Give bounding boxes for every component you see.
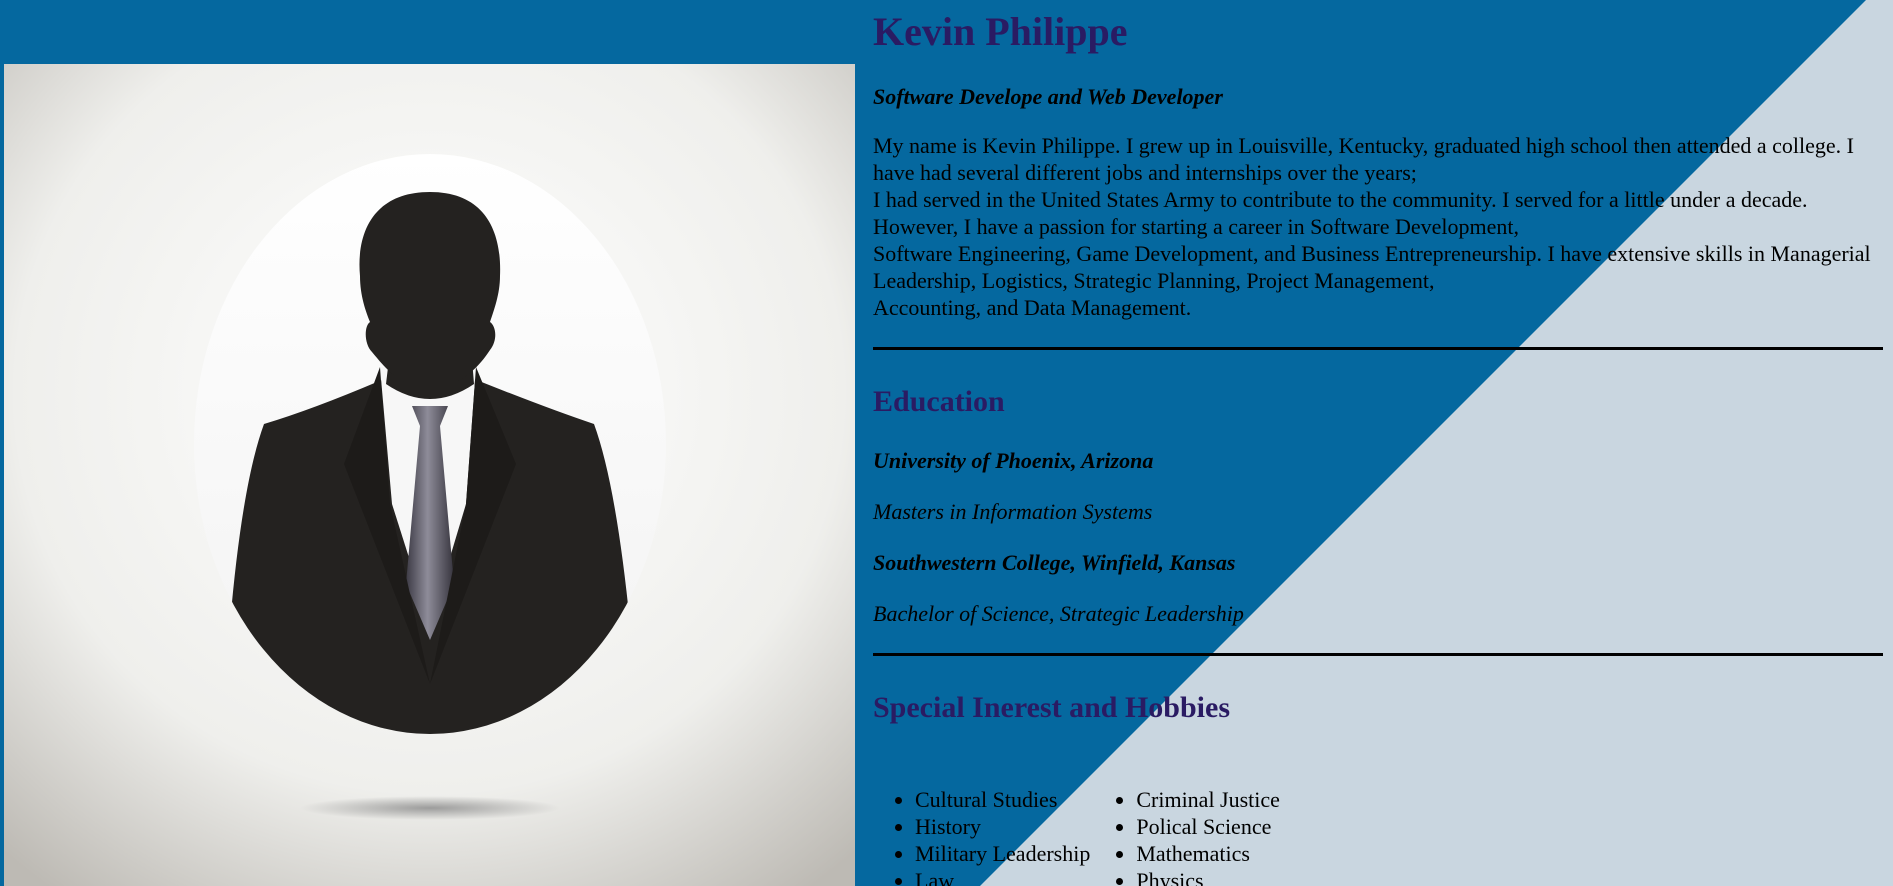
list-item: Physics xyxy=(1136,867,1280,886)
list-item: Military Leadership xyxy=(915,840,1090,867)
section-divider xyxy=(873,347,1883,350)
bio-line: Accounting, and Data Management. xyxy=(873,295,1192,320)
job-title: Software Develope and Web Developer xyxy=(873,84,1223,109)
section-divider xyxy=(873,653,1883,656)
education-school: University of Phoenix, Arizona xyxy=(873,448,1154,473)
resume-content: Kevin Philippe Software Develope and Web… xyxy=(873,0,1883,886)
education-degree: Bachelor of Science, Strategic Leadershi… xyxy=(873,601,1244,626)
bio-line: Software Engineering, Game Development, … xyxy=(873,241,1871,293)
education-heading: Education xyxy=(873,385,1005,418)
hobbies-column-2: Criminal Justice Polical Science Mathema… xyxy=(1090,786,1280,886)
profile-name: Kevin Philippe xyxy=(873,9,1128,54)
list-item: Criminal Justice xyxy=(1136,786,1280,813)
list-item: Law xyxy=(915,867,1090,886)
hobbies-heading: Special Inerest and Hobbies xyxy=(873,691,1230,724)
profile-photo xyxy=(4,64,855,886)
list-item: History xyxy=(915,813,1090,840)
bio-line: I had served in the United States Army t… xyxy=(873,187,1808,239)
bio-paragraph: My name is Kevin Philippe. I grew up in … xyxy=(873,132,1883,321)
hobbies-list: Cultural Studies History Military Leader… xyxy=(873,786,1883,886)
education-school: Southwestern College, Winfield, Kansas xyxy=(873,550,1236,575)
education-degree: Masters in Information Systems xyxy=(873,499,1153,524)
person-silhouette-icon xyxy=(4,64,855,886)
list-item: Polical Science xyxy=(1136,813,1280,840)
hobbies-column-1: Cultural Studies History Military Leader… xyxy=(873,786,1090,886)
bio-line: My name is Kevin Philippe. I grew up in … xyxy=(873,133,1854,185)
list-item: Mathematics xyxy=(1136,840,1280,867)
list-item: Cultural Studies xyxy=(915,786,1090,813)
